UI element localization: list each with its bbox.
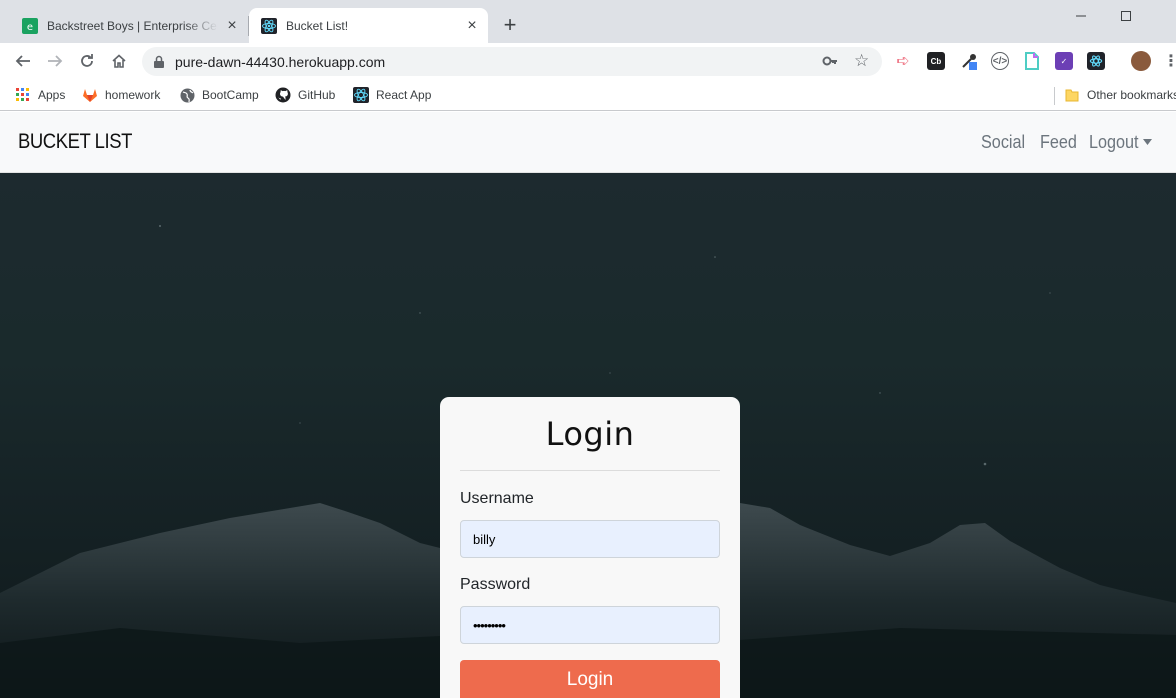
color-picker-icon[interactable] <box>960 52 978 70</box>
password-label: Password <box>460 576 531 593</box>
close-icon[interactable]: × <box>224 17 240 34</box>
bookmark-react-app[interactable]: React App <box>353 85 431 105</box>
bookmark-label: React App <box>376 88 432 102</box>
bookmark-bootcamp[interactable]: BootCamp <box>179 85 259 105</box>
document-extension-icon[interactable] <box>1023 52 1041 70</box>
password-input[interactable]: ••••••••• <box>460 606 720 644</box>
username-label: Username <box>460 490 534 507</box>
forward-icon[interactable] <box>43 49 67 73</box>
nav-logout-dropdown[interactable]: Logout <box>1089 132 1153 153</box>
tab-backstreet-boys[interactable]: e Backstreet Boys | Enterprise Center × <box>10 8 248 43</box>
tab-title: Bucket List! <box>286 18 349 33</box>
menu-kebab-icon[interactable]: ⋮ <box>1162 52 1176 70</box>
caret-down-icon <box>1143 139 1153 145</box>
bookmark-label: Other bookmarks <box>1087 88 1176 102</box>
home-icon[interactable] <box>107 49 131 73</box>
github-icon <box>275 87 291 103</box>
bookmark-github[interactable]: GitHub <box>275 85 335 105</box>
close-icon[interactable]: × <box>464 17 480 34</box>
browser-toolbar: pure-dawn-44430.herokuapp.com ☆ ➪ Cb </>… <box>0 43 1176 79</box>
gitlab-icon <box>82 87 98 103</box>
bookmark-star-icon[interactable]: ☆ <box>854 52 869 70</box>
bookmark-label: Apps <box>38 88 66 102</box>
nav-feed-link[interactable]: Feed <box>1040 132 1077 153</box>
lock-icon <box>153 55 165 69</box>
pocket-extension-icon[interactable]: ✓ <box>1055 52 1073 70</box>
bookmark-apps[interactable]: Apps <box>15 85 65 105</box>
folder-icon <box>1064 87 1080 103</box>
bookmark-label: homework <box>105 88 161 102</box>
maximize-icon[interactable] <box>1103 4 1149 28</box>
profile-avatar[interactable] <box>1131 51 1151 71</box>
bookmark-homework[interactable]: homework <box>82 85 160 105</box>
nav-social-link[interactable]: Social <box>981 132 1025 153</box>
globe-icon <box>179 87 195 103</box>
tab-title: Backstreet Boys | Enterprise Center <box>47 18 218 33</box>
logout-label: Logout <box>1089 132 1139 152</box>
key-icon[interactable] <box>822 54 838 73</box>
minimize-icon[interactable] <box>1058 4 1104 28</box>
reload-icon[interactable] <box>75 49 99 73</box>
code-extension-icon[interactable]: </> <box>991 52 1009 70</box>
divider <box>460 470 720 471</box>
username-input[interactable]: billy <box>460 520 720 558</box>
extension-arrow-icon[interactable]: ➪ <box>894 52 912 70</box>
apps-grid-icon <box>15 87 31 103</box>
enterprise-center-icon: e <box>22 17 38 34</box>
bookmark-other-bookmarks[interactable]: Other bookmarks <box>1064 85 1176 105</box>
react-icon <box>353 87 369 103</box>
svg-text:e: e <box>27 22 33 33</box>
brand-logo[interactable]: BUCKET LIST <box>18 130 132 154</box>
bookmark-label: GitHub <box>298 88 336 102</box>
back-icon[interactable] <box>11 49 35 73</box>
tab-bucket-list[interactable]: Bucket List! × <box>249 8 488 43</box>
react-devtools-icon[interactable] <box>1087 52 1105 70</box>
url-text: pure-dawn-44430.herokuapp.com <box>175 54 386 70</box>
extension-cb-icon[interactable]: Cb <box>927 52 945 70</box>
address-bar[interactable]: pure-dawn-44430.herokuapp.com ☆ <box>142 47 882 76</box>
bookmarks-bar: Apps homework BootCamp GitHub React App … <box>0 79 1176 111</box>
login-title: Login <box>545 415 635 453</box>
bookmark-label: BootCamp <box>202 88 259 102</box>
react-icon <box>261 17 277 34</box>
login-button[interactable]: Login <box>460 660 720 698</box>
new-tab-button[interactable]: + <box>498 14 522 38</box>
app-navbar: BUCKET LIST Social Feed Logout <box>0 112 1176 173</box>
login-card: Login Username billy Password ••••••••• … <box>440 397 740 698</box>
browser-tab-strip: e Backstreet Boys | Enterprise Center × … <box>0 0 1176 43</box>
bookmarks-separator <box>1054 87 1055 105</box>
